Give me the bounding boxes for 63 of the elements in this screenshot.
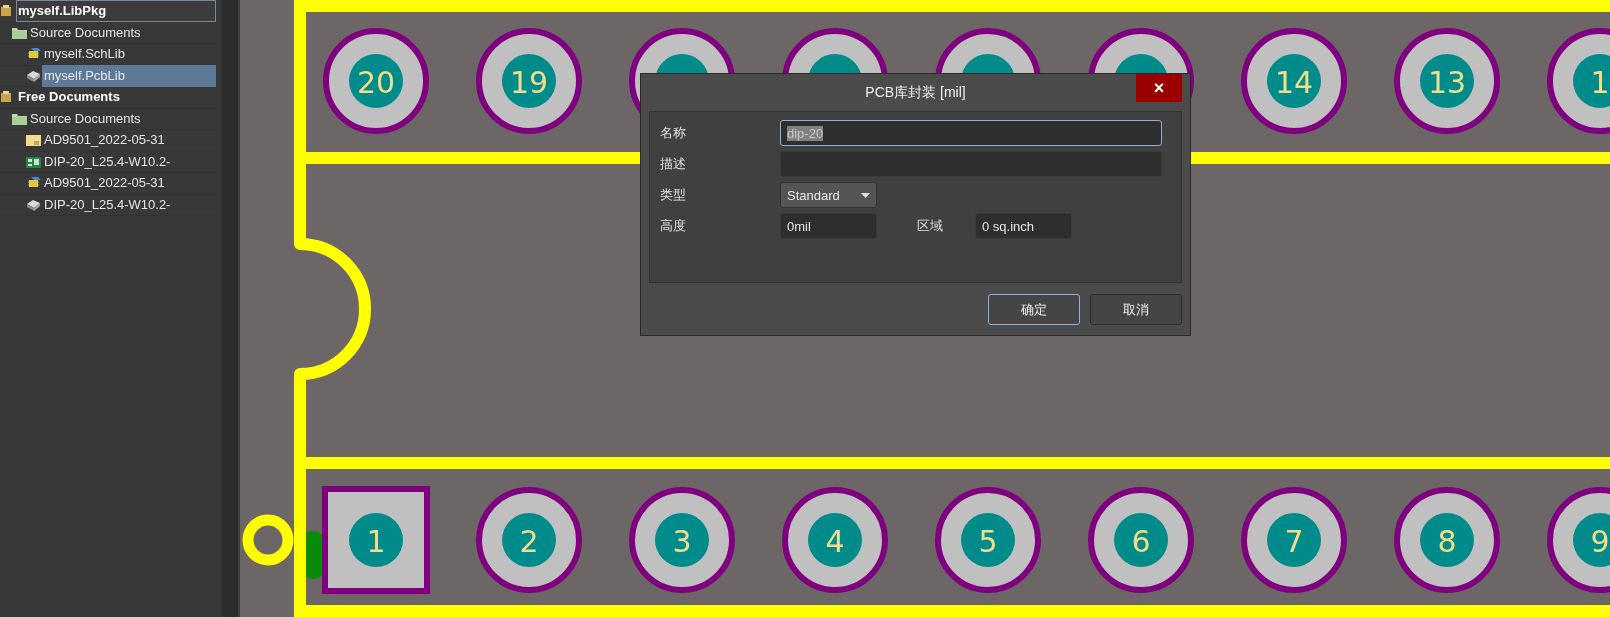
document-icon xyxy=(26,134,41,147)
tree-item[interactable]: AD9501_2022-05-31 xyxy=(42,129,216,152)
tree-item[interactable]: myself.LibPkg xyxy=(16,0,216,23)
field-label: 名称 xyxy=(660,124,687,142)
drill-hole xyxy=(808,513,862,567)
folder-icon xyxy=(12,112,27,125)
field-label: 类型 xyxy=(660,186,687,204)
pad-number: 4 xyxy=(825,524,845,559)
drill-hole xyxy=(961,513,1015,567)
tree-item[interactable]: Source Documents xyxy=(28,107,216,130)
tree-item[interactable]: AD9501_2022-05-31 xyxy=(42,172,216,195)
field-label: 区域 xyxy=(917,217,944,235)
drill-hole xyxy=(1114,513,1168,567)
caret-icon xyxy=(861,192,870,198)
pad-number: 3 xyxy=(672,524,692,559)
dialog-button[interactable]: 确定 xyxy=(988,294,1080,325)
tree-item[interactable]: Source Documents xyxy=(28,21,216,44)
drill-hole xyxy=(502,54,556,108)
drill-hole xyxy=(1267,54,1321,108)
dialog-title: PCB库封装 [mil] xyxy=(865,83,966,102)
pad-number: 20 xyxy=(356,65,396,100)
component-icon xyxy=(26,198,41,212)
chip-icon xyxy=(26,47,41,61)
input-field[interactable]: 0 sq.inch xyxy=(975,213,1072,239)
pin-one-marker xyxy=(242,514,294,566)
chip-icon xyxy=(26,176,41,190)
package-icon xyxy=(0,91,12,104)
field-label: 描述 xyxy=(660,155,687,173)
pad-number: 2 xyxy=(519,524,539,559)
drill-hole xyxy=(1573,54,1610,108)
tree-item[interactable]: myself.PcbLib xyxy=(42,64,216,87)
close-button[interactable]: × xyxy=(1136,74,1182,102)
pad-number: 13 xyxy=(1427,65,1467,100)
tree-item[interactable]: Free Documents xyxy=(16,86,216,109)
drill-hole xyxy=(349,513,403,567)
dialog-button[interactable]: 取消 xyxy=(1090,294,1182,325)
pad-number: 5 xyxy=(978,524,998,559)
splitter[interactable] xyxy=(222,0,240,617)
circuit-board-icon xyxy=(26,155,41,168)
pad-number: 9 xyxy=(1590,524,1610,559)
field-label: 高度 xyxy=(660,217,687,235)
pad-number: 8 xyxy=(1437,524,1457,559)
drill-hole xyxy=(655,513,709,567)
drill-hole xyxy=(349,54,403,108)
type-dropdown[interactable]: Standard xyxy=(780,182,877,208)
folder-icon xyxy=(12,26,27,39)
tree-item[interactable]: myself.SchLib xyxy=(42,43,216,66)
pad-number: 14 xyxy=(1274,65,1314,100)
tree-item[interactable]: DIP-20_L25.4-W10.2- xyxy=(42,150,216,173)
drill-hole xyxy=(502,513,556,567)
pad-number: 6 xyxy=(1131,524,1151,559)
drill-hole xyxy=(1420,513,1474,567)
pad-number: 7 xyxy=(1284,524,1304,559)
drill-hole xyxy=(1420,54,1474,108)
tree-item[interactable]: DIP-20_L25.4-W10.2- xyxy=(42,193,216,216)
drill-hole xyxy=(1573,513,1610,567)
package-icon xyxy=(0,5,12,18)
pad-number: 1 xyxy=(1590,65,1610,100)
pad-number: 19 xyxy=(509,65,549,100)
component-icon xyxy=(26,69,41,83)
pad-number: 1 xyxy=(366,524,386,559)
input-field[interactable]: 0mil xyxy=(780,213,877,239)
drill-hole xyxy=(1267,513,1321,567)
